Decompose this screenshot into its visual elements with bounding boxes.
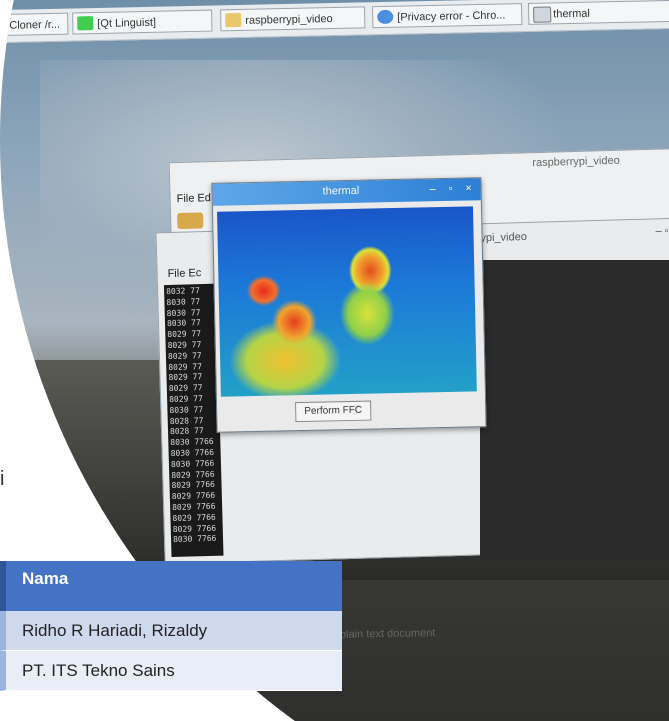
menu-bar[interactable]: File Ec — [167, 267, 201, 280]
taskbar-item-chrome[interactable]: [Privacy error - Chro... — [372, 3, 523, 29]
qt-icon — [77, 16, 94, 31]
taskbar-item-label: [Qt Linguist] — [97, 16, 157, 30]
taskbar-item-label: Cloner /r... — [9, 18, 61, 32]
thermal-titlebar[interactable]: thermal – ▫ × — [212, 178, 481, 206]
file-type-label: plain text document — [339, 627, 436, 641]
taskbar-item-label: [Privacy error - Chro... — [397, 9, 506, 24]
table-row: PT. ITS Tekno Sains — [0, 651, 342, 691]
taskbar-item-qt-linguist[interactable]: [Qt Linguist] — [72, 9, 213, 35]
dark-window-area — [480, 260, 669, 560]
thermal-title: thermal — [322, 184, 360, 198]
info-table: Nama Ridho R Hariadi, Rizaldy PT. ITS Te… — [0, 561, 342, 691]
table-header-nama: Nama — [0, 561, 342, 611]
taskbar-item-thermal[interactable]: thermal — [527, 0, 669, 25]
open-folder-icon[interactable] — [177, 212, 204, 230]
close-icon[interactable]: × — [460, 180, 476, 196]
taskbar-item-raspberrypi-video[interactable]: raspberrypi_video — [220, 6, 366, 32]
taskbar: Cloner /r... [Qt Linguist] raspberrypi_v… — [0, 0, 669, 43]
slide-text-fragment: i — [0, 468, 5, 490]
minimize-icon[interactable]: – — [424, 181, 440, 197]
thermal-image — [217, 206, 477, 397]
window-title: raspberrypi_video — [532, 154, 620, 170]
taskbar-item-cloner[interactable]: Cloner /r... — [0, 12, 69, 36]
chrome-icon — [377, 9, 394, 25]
menu-bar[interactable]: File Ed — [176, 192, 211, 205]
maximize-icon[interactable]: ▫ — [442, 181, 458, 197]
thermal-window: thermal – ▫ × Perform FFC — [211, 177, 487, 433]
window-controls[interactable]: – ▫ — [655, 225, 668, 237]
folder-icon — [225, 12, 242, 28]
window-icon — [533, 6, 552, 23]
window-title: rypi_video — [476, 230, 528, 245]
table-row: Ridho R Hariadi, Rizaldy — [0, 611, 342, 651]
perform-ffc-button[interactable]: Perform FFC — [295, 400, 372, 423]
taskbar-item-label: raspberrypi_video — [245, 13, 333, 27]
taskbar-item-label: thermal — [553, 7, 591, 21]
